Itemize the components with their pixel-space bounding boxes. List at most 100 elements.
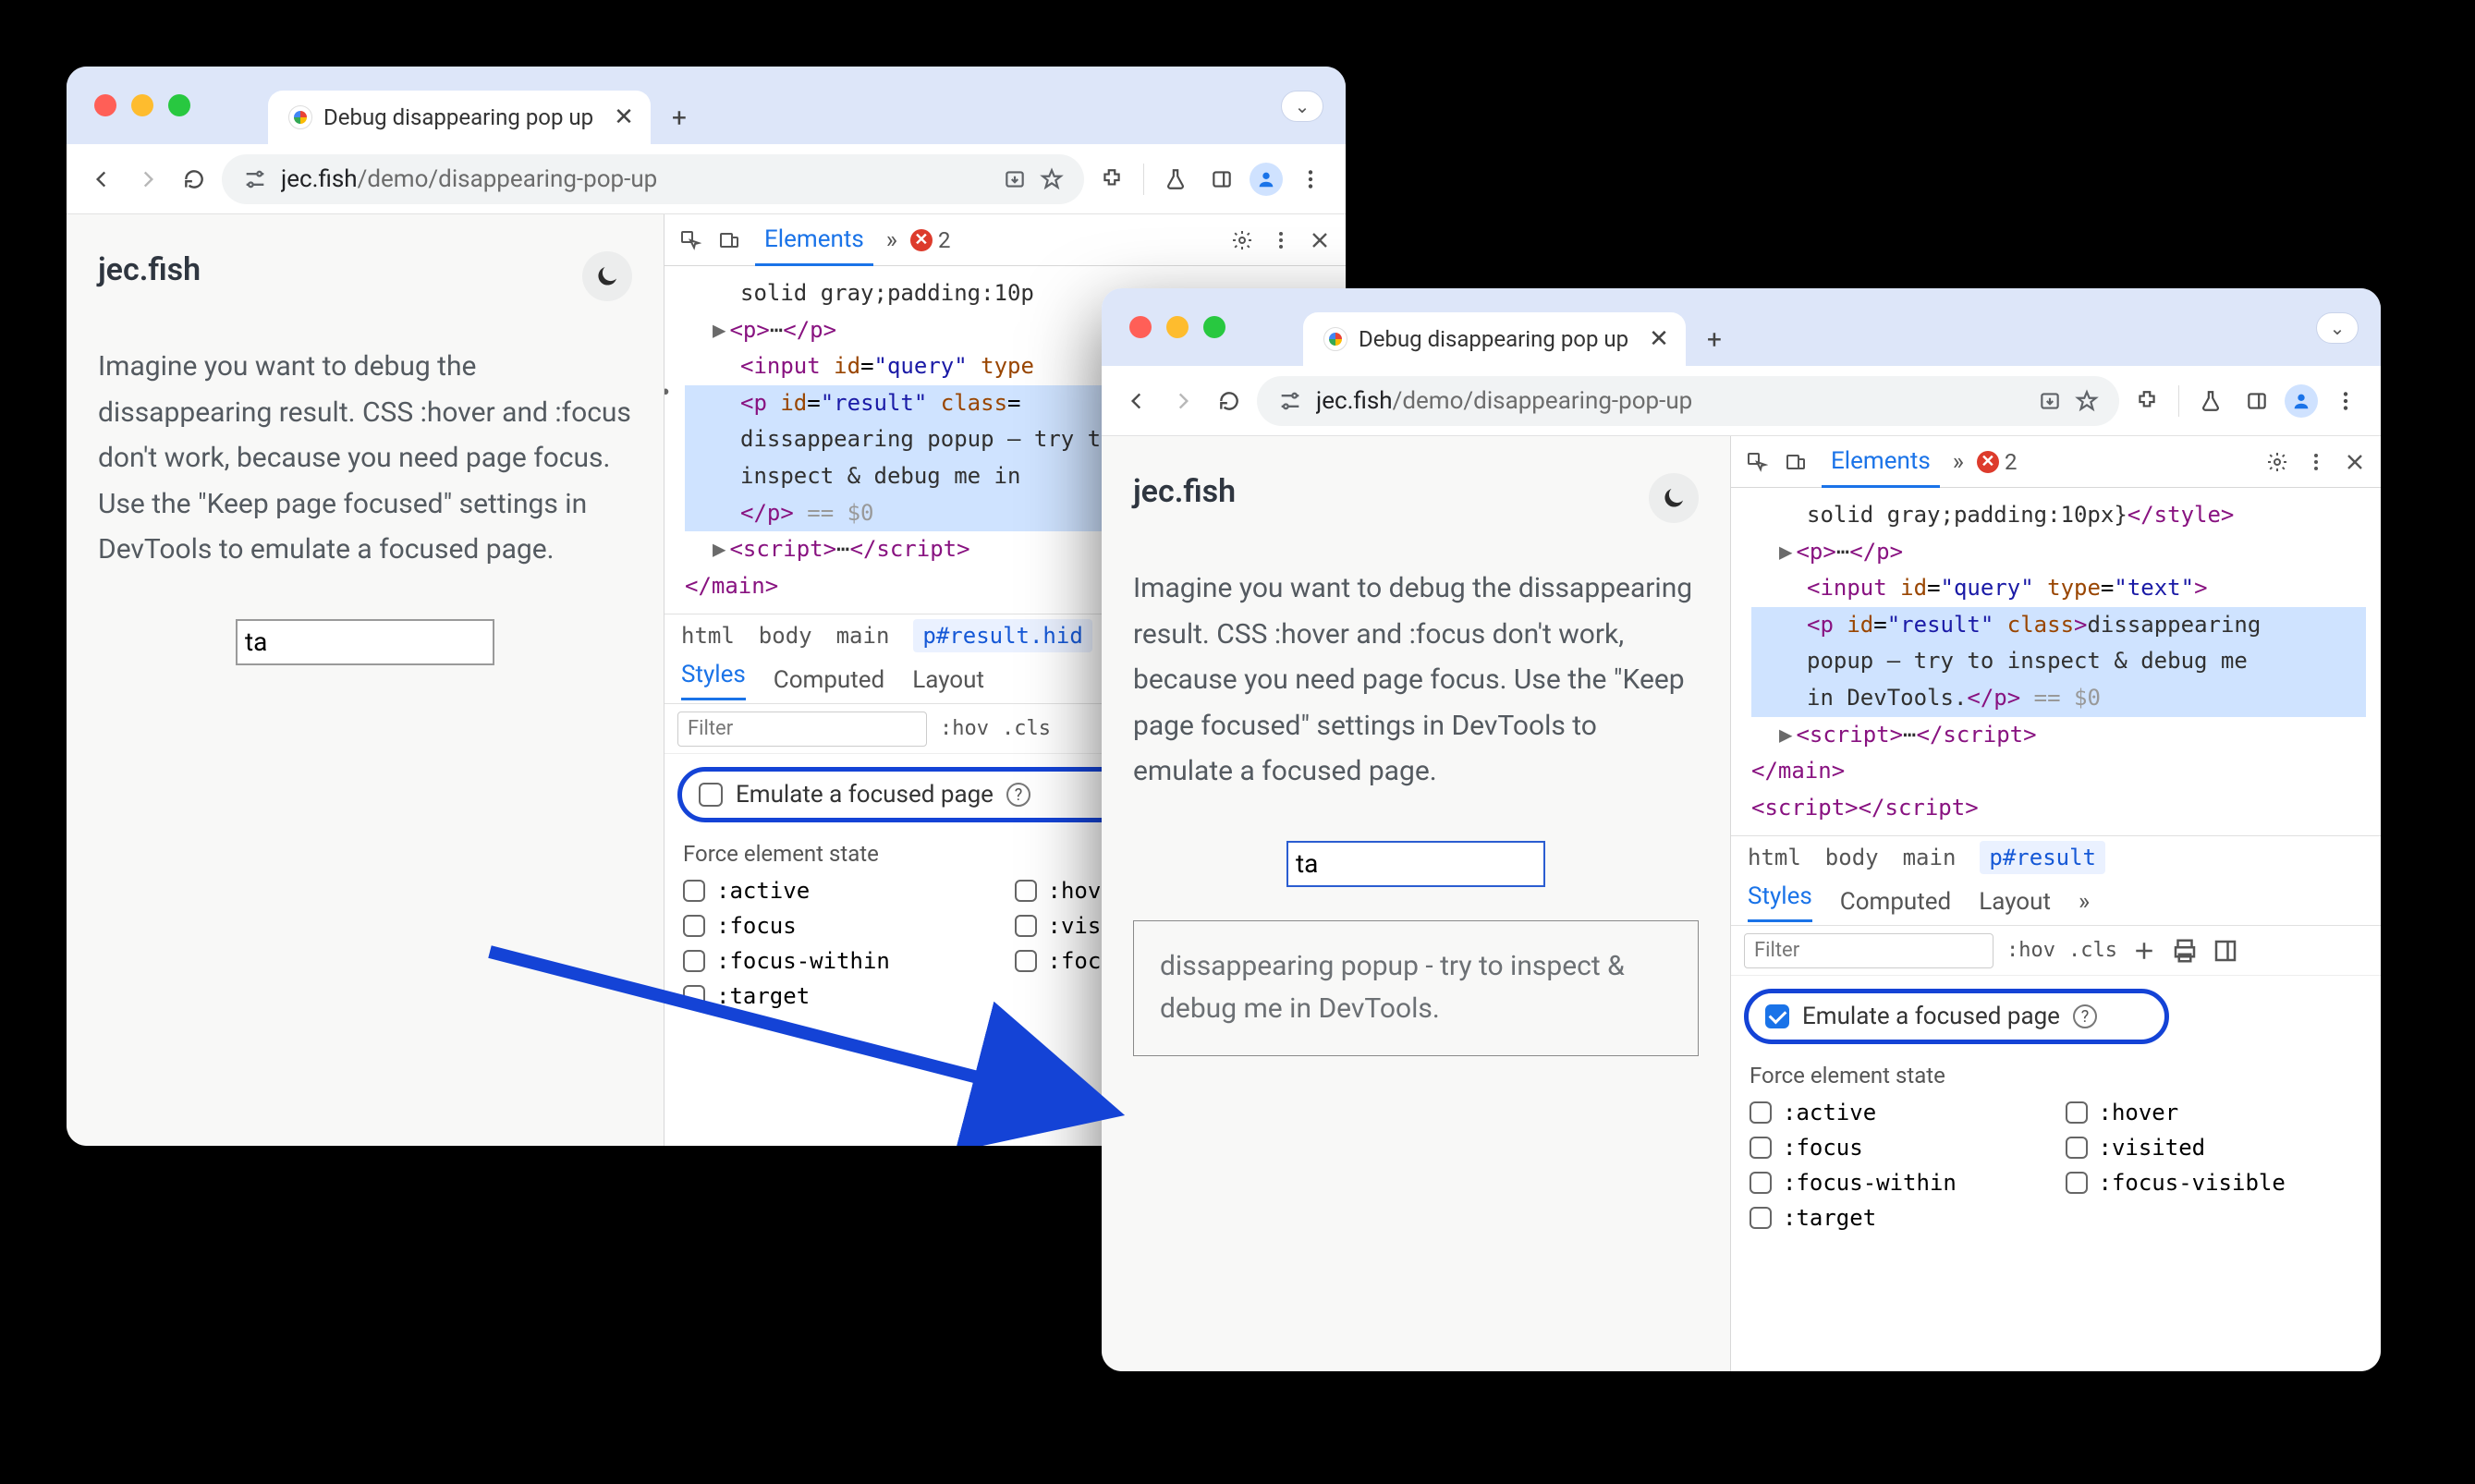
maximize-window-icon[interactable] xyxy=(168,94,190,116)
crumb-current[interactable]: p#result xyxy=(1980,841,2105,874)
back-button[interactable] xyxy=(83,161,120,198)
profile-avatar[interactable] xyxy=(1250,163,1283,196)
print-icon[interactable] xyxy=(2171,937,2199,965)
state-focus-within[interactable]: :focus-within xyxy=(683,948,996,974)
side-panel-icon[interactable] xyxy=(1203,161,1240,198)
close-window-icon[interactable] xyxy=(94,94,116,116)
crumb-main[interactable]: main xyxy=(1903,845,1957,870)
elements-tab[interactable]: Elements xyxy=(1822,437,1940,488)
help-icon[interactable]: ? xyxy=(2073,1004,2097,1028)
maximize-window-icon[interactable] xyxy=(1203,316,1225,338)
layout-tab[interactable]: Layout xyxy=(1979,888,2051,916)
state-target[interactable]: :target xyxy=(1750,1205,2047,1231)
inspect-icon[interactable] xyxy=(677,227,703,253)
site-settings-icon[interactable] xyxy=(1277,388,1303,414)
address-bar[interactable]: jec.fish/demo/disappearing-pop-up xyxy=(1257,376,2119,426)
styles-filter-input[interactable]: Filter xyxy=(1744,933,1993,968)
state-target[interactable]: :target xyxy=(683,983,996,1009)
state-hover[interactable]: :hover xyxy=(2066,1100,2363,1125)
query-input[interactable] xyxy=(236,619,494,665)
reload-button[interactable] xyxy=(1211,383,1248,420)
selected-dom-node[interactable]: <p id="result" class>dissappearing xyxy=(1751,607,2366,644)
state-focus-visible[interactable]: :focus-visible xyxy=(2066,1170,2363,1196)
cls-toggle[interactable]: .cls xyxy=(1002,717,1051,740)
page-viewport: jec.fish Imagine you want to debug the d… xyxy=(67,214,664,1146)
state-visited[interactable]: :visited xyxy=(2066,1135,2363,1161)
panel-overflow-icon[interactable]: » xyxy=(2079,888,2090,916)
panel-overflow-icon[interactable]: » xyxy=(1953,448,1964,476)
site-settings-icon[interactable] xyxy=(242,166,268,192)
side-panel-icon[interactable] xyxy=(2238,383,2275,420)
labs-icon[interactable] xyxy=(2192,383,2229,420)
computed-tab[interactable]: Computed xyxy=(774,666,884,694)
minimize-window-icon[interactable] xyxy=(1166,316,1189,338)
close-devtools-icon[interactable] xyxy=(2342,449,2368,475)
crumb-body[interactable]: body xyxy=(1825,845,1879,870)
cls-toggle[interactable]: .cls xyxy=(2068,939,2117,962)
reload-button[interactable] xyxy=(176,161,213,198)
kebab-icon[interactable] xyxy=(1268,227,1294,253)
crumb-html[interactable]: html xyxy=(681,623,735,649)
back-button[interactable] xyxy=(1118,383,1155,420)
menu-icon[interactable] xyxy=(1292,161,1329,198)
inspect-icon[interactable] xyxy=(1744,449,1770,475)
extensions-icon[interactable] xyxy=(1093,161,1130,198)
menu-icon[interactable] xyxy=(2327,383,2364,420)
browser-tab[interactable]: Debug disappearing pop up ✕ xyxy=(268,91,651,144)
layout-grid-icon[interactable] xyxy=(2212,937,2239,965)
tab-overflow-button[interactable]: ⌄ xyxy=(2316,312,2359,344)
gear-icon[interactable] xyxy=(2264,449,2290,475)
crumb-current[interactable]: p#result.hid xyxy=(913,619,1091,652)
computed-tab[interactable]: Computed xyxy=(1840,888,1951,916)
install-icon[interactable] xyxy=(1003,167,1027,191)
dark-mode-toggle[interactable] xyxy=(582,251,632,301)
new-tab-button[interactable]: + xyxy=(1699,323,1730,355)
state-active[interactable]: :active xyxy=(683,878,996,904)
bookmark-icon[interactable] xyxy=(2075,389,2099,413)
dark-mode-toggle[interactable] xyxy=(1649,473,1699,523)
close-devtools-icon[interactable] xyxy=(1307,227,1333,253)
hov-toggle[interactable]: :hov xyxy=(2006,939,2055,962)
bookmark-icon[interactable] xyxy=(1040,167,1064,191)
device-icon[interactable] xyxy=(716,227,742,253)
breadcrumb[interactable]: html body main p#result xyxy=(1731,835,2381,878)
emulate-checkbox[interactable] xyxy=(699,783,723,807)
state-focus[interactable]: :focus xyxy=(1750,1135,2047,1161)
styles-filter-input[interactable]: Filter xyxy=(677,712,927,747)
install-icon[interactable] xyxy=(2038,389,2062,413)
error-badge[interactable]: ✕2 xyxy=(910,227,951,253)
minimize-window-icon[interactable] xyxy=(131,94,153,116)
add-rule-icon[interactable] xyxy=(2130,937,2158,965)
profile-avatar[interactable] xyxy=(2285,384,2318,418)
address-bar[interactable]: jec.fish/demo/disappearing-pop-up xyxy=(222,154,1084,204)
browser-tab[interactable]: Debug disappearing pop up ✕ xyxy=(1303,312,1686,366)
close-tab-icon[interactable]: ✕ xyxy=(614,103,634,131)
crumb-html[interactable]: html xyxy=(1748,845,1801,870)
crumb-body[interactable]: body xyxy=(759,623,812,649)
close-window-icon[interactable] xyxy=(1129,316,1152,338)
new-tab-button[interactable]: + xyxy=(664,102,695,133)
query-input[interactable] xyxy=(1286,841,1545,887)
state-focus[interactable]: :focus xyxy=(683,913,996,939)
help-icon[interactable]: ? xyxy=(1006,783,1030,807)
extensions-icon[interactable] xyxy=(2128,383,2165,420)
hov-toggle[interactable]: :hov xyxy=(940,717,989,740)
elements-tab[interactable]: Elements xyxy=(755,215,873,266)
tab-overflow-button[interactable]: ⌄ xyxy=(1281,91,1323,122)
error-badge[interactable]: ✕2 xyxy=(1977,449,2018,475)
kebab-icon[interactable] xyxy=(2303,449,2329,475)
styles-tab[interactable]: Styles xyxy=(681,661,746,700)
dom-tree[interactable]: solid gray;padding:10px}</style> ▶<p>⋯</… xyxy=(1731,488,2381,835)
panel-overflow-icon[interactable]: » xyxy=(886,226,897,254)
close-tab-icon[interactable]: ✕ xyxy=(1649,325,1669,353)
device-icon[interactable] xyxy=(1783,449,1809,475)
labs-icon[interactable] xyxy=(1157,161,1194,198)
emulate-checkbox[interactable] xyxy=(1765,1004,1789,1028)
state-focus-within[interactable]: :focus-within xyxy=(1750,1170,2047,1196)
layout-tab[interactable]: Layout xyxy=(912,666,984,694)
state-active[interactable]: :active xyxy=(1750,1100,2047,1125)
emulate-focused-page-option[interactable]: Emulate a focused page ? xyxy=(1744,989,2169,1044)
crumb-main[interactable]: main xyxy=(836,623,890,649)
gear-icon[interactable] xyxy=(1229,227,1255,253)
styles-tab[interactable]: Styles xyxy=(1748,882,1812,922)
